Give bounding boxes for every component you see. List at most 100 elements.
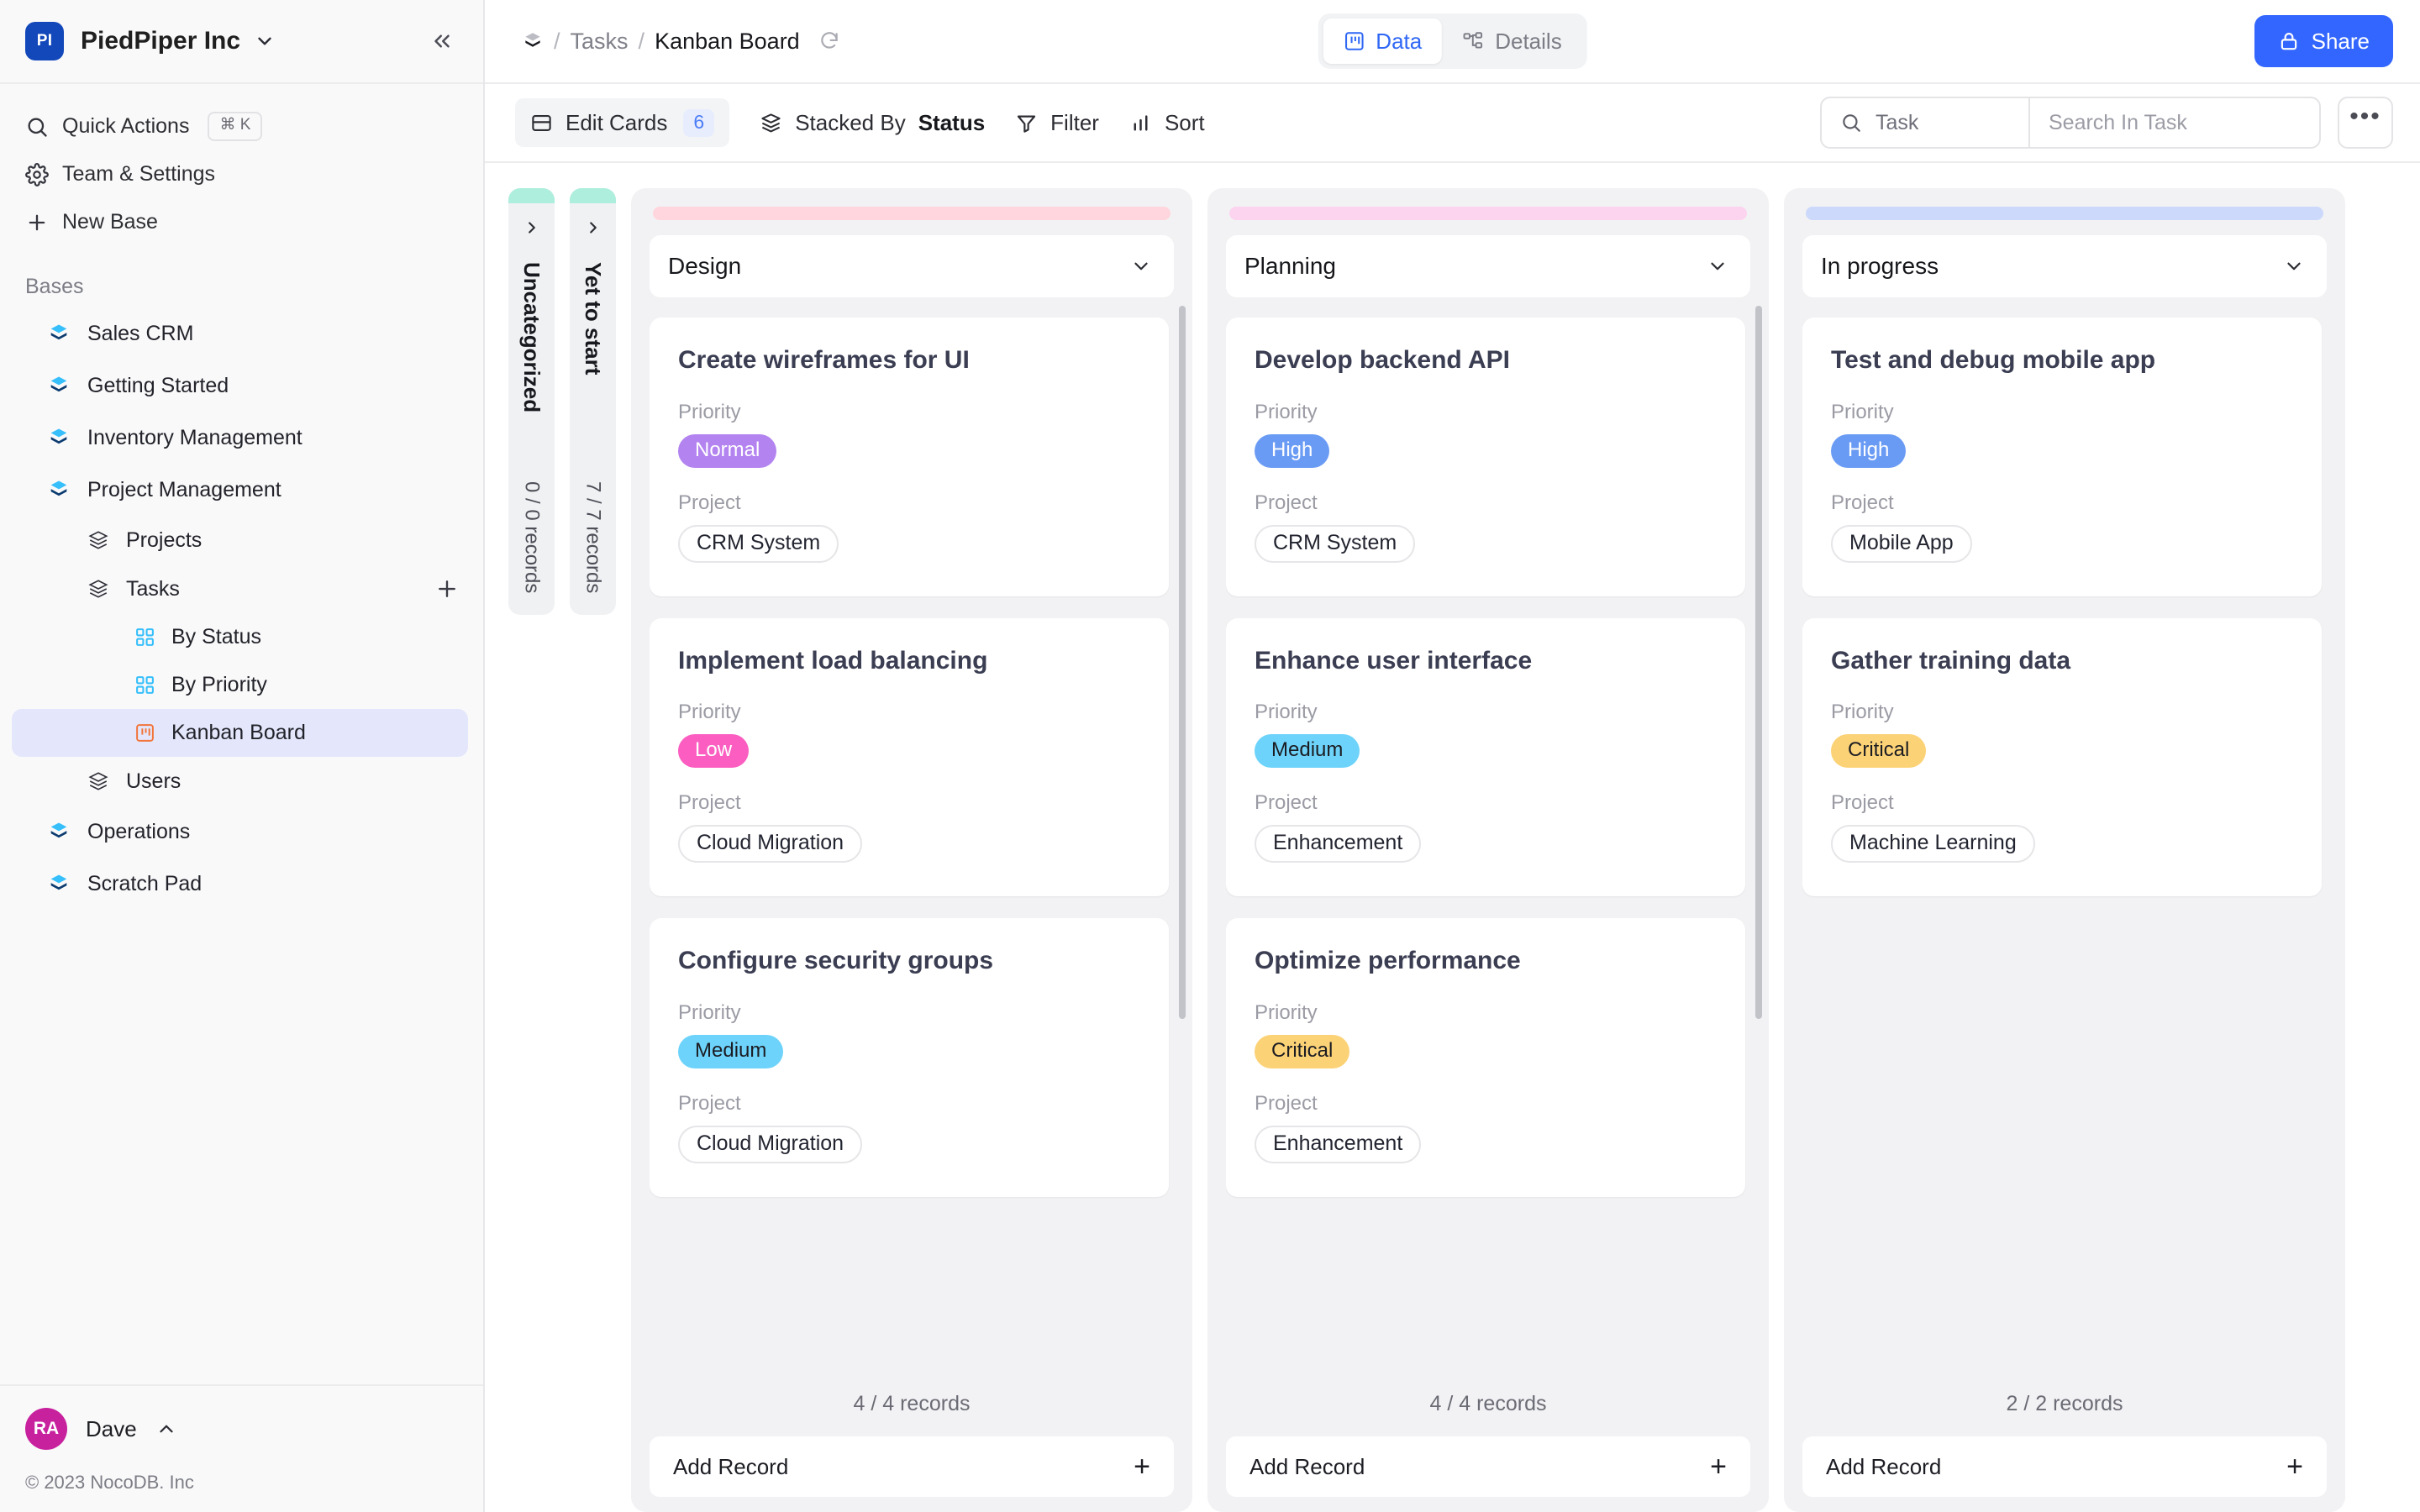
base-hex-icon (47, 374, 74, 397)
user-menu[interactable]: RA Dave (0, 1408, 483, 1450)
topbar: / Tasks / Kanban Board Data Details (485, 0, 2420, 84)
sidebar-base-scratch-pad[interactable]: Scratch Pad (0, 858, 483, 910)
kanban-card[interactable]: Test and debug mobile app Priority High … (1802, 318, 2322, 596)
sidebar-table-projects[interactable]: Projects (0, 516, 483, 564)
kanban-stack-collapsed-yet-to-start[interactable]: Yet to start 7 / 7 records (570, 188, 616, 615)
kanban-card[interactable]: Implement load balancing Priority Low Pr… (650, 618, 1169, 897)
chevron-down-icon[interactable] (254, 30, 276, 52)
stack-color-bar (1229, 207, 1747, 220)
sidebar-view-by-priority[interactable]: By Priority (12, 661, 468, 709)
stack-cards[interactable]: Test and debug mobile app Priority High … (1802, 318, 2327, 1370)
field-label: Project (678, 791, 1140, 815)
collapse-sidebar-button[interactable] (429, 29, 455, 54)
stack-cards[interactable]: Create wireframes for UI Priority Normal… (650, 318, 1174, 1370)
stack-records-count: 4 / 4 records (1226, 1370, 1750, 1436)
filter-label: Filter (1050, 110, 1099, 136)
sidebar-item-team-settings[interactable]: Team & Settings (0, 150, 483, 198)
stack-title: Planning (1244, 253, 1336, 280)
workspace-header[interactable]: PI PiedPiper Inc (0, 0, 483, 84)
sidebar-view-kanban-board[interactable]: Kanban Board (12, 709, 468, 757)
sidebar-table-label: Users (126, 769, 181, 794)
chevron-down-icon[interactable] (1707, 255, 1728, 277)
chevron-down-icon[interactable] (1130, 255, 1152, 277)
chevron-right-icon[interactable] (584, 218, 602, 237)
status-badge: Medium (1255, 734, 1360, 768)
sidebar-item-label: New Base (62, 210, 158, 234)
base-hex-icon (47, 872, 74, 895)
card-title: Implement load balancing (678, 647, 1140, 676)
workspace-name: PiedPiper Inc (81, 27, 240, 55)
add-view-button[interactable] (434, 576, 460, 601)
filter-button[interactable]: Filter (1000, 98, 1114, 147)
stack-title: Uncategorized (518, 262, 544, 412)
search-icon (25, 115, 54, 139)
workspace-avatar: PI (25, 22, 64, 60)
edit-cards-label: Edit Cards (566, 110, 667, 136)
kanban-stack-collapsed-uncategorized[interactable]: Uncategorized 0 / 0 records (508, 188, 555, 615)
view-mode-tabs: Data Details (1318, 13, 1586, 69)
kanban-card[interactable]: Optimize performance Priority Critical P… (1226, 918, 1745, 1197)
tab-data[interactable]: Data (1323, 18, 1442, 64)
sidebar-item-quick-actions[interactable]: Quick Actions ⌘ K (0, 102, 483, 150)
reload-icon[interactable] (818, 30, 840, 52)
sidebar-base-operations[interactable]: Operations (0, 806, 483, 858)
quick-actions-shortcut: ⌘ K (208, 112, 262, 141)
sidebar-view-by-status[interactable]: By Status (12, 613, 468, 661)
card-title: Optimize performance (1255, 947, 1717, 976)
add-record-button[interactable]: Add Record + (650, 1436, 1174, 1497)
field-label: Priority (1255, 1001, 1717, 1025)
stack-cards[interactable]: Develop backend API Priority High Projec… (1226, 318, 1750, 1370)
edit-cards-button[interactable]: Edit Cards 6 (515, 98, 729, 147)
stack-scrollbar[interactable] (1179, 306, 1186, 1386)
breadcrumb-view[interactable]: Kanban Board (655, 29, 800, 55)
kanban-card[interactable]: Create wireframes for UI Priority Normal… (650, 318, 1169, 596)
stack-scrollbar[interactable] (1755, 306, 1762, 1386)
more-options-button[interactable]: ••• (2338, 97, 2393, 149)
plus-icon: + (1134, 1458, 1150, 1475)
chevron-down-icon[interactable] (2283, 255, 2305, 277)
kanban-card[interactable]: Gather training data Priority Critical P… (1802, 618, 2322, 897)
card-field-priority: Priority Low (678, 701, 1140, 768)
breadcrumb: / Tasks / Kanban Board (522, 29, 840, 55)
kanban-card[interactable]: Enhance user interface Priority Medium P… (1226, 618, 1745, 897)
sidebar-base-sales-crm[interactable]: Sales CRM (0, 307, 483, 360)
search-input[interactable] (2030, 98, 2319, 147)
stack-header[interactable]: Planning (1226, 235, 1750, 297)
sidebar-table-users[interactable]: Users (0, 757, 483, 806)
card-title: Develop backend API (1255, 346, 1717, 375)
sort-label: Sort (1165, 110, 1205, 136)
kanban-card[interactable]: Configure security groups Priority Mediu… (650, 918, 1169, 1197)
sidebar-base-inventory-management[interactable]: Inventory Management (0, 412, 483, 464)
view-toolbar: Edit Cards 6 Stacked By Status Filter So… (485, 84, 2420, 163)
add-record-button[interactable]: Add Record + (1802, 1436, 2327, 1497)
breadcrumb-table[interactable]: Tasks (571, 29, 629, 55)
sidebar-base-project-management[interactable]: Project Management (0, 464, 483, 516)
field-label: Project (1255, 491, 1717, 515)
tab-details[interactable]: Details (1442, 18, 1581, 64)
project-chip: CRM System (1255, 525, 1415, 563)
sidebar-base-label: Inventory Management (87, 426, 302, 450)
stack-header[interactable]: Design (650, 235, 1174, 297)
status-badge: Low (678, 734, 749, 768)
chevron-up-icon[interactable] (155, 1418, 177, 1440)
share-button[interactable]: Share (2254, 15, 2393, 67)
stack-header[interactable]: In progress (1802, 235, 2327, 297)
kanban-card[interactable]: Develop backend API Priority High Projec… (1226, 318, 1745, 596)
field-label: Project (678, 1092, 1140, 1116)
card-field-priority: Priority Medium (678, 1001, 1140, 1068)
search-scope-selector[interactable]: Task (1822, 98, 2030, 147)
stack-color-bar (570, 188, 616, 203)
grid-view-icon (134, 675, 158, 696)
stacked-by-button[interactable]: Stacked By Status (744, 98, 1000, 147)
base-hex-icon (47, 426, 74, 449)
sidebar-item-new-base[interactable]: New Base (0, 198, 483, 246)
sort-button[interactable]: Sort (1114, 98, 1220, 147)
kanban-stack-in-progress: In progress Test and debug mobile app Pr… (1784, 188, 2345, 1512)
card-field-project: Project Mobile App (1831, 491, 2293, 563)
sidebar-base-label: Scratch Pad (87, 872, 202, 896)
chevron-right-icon[interactable] (523, 218, 541, 237)
project-chip: Mobile App (1831, 525, 1972, 563)
add-record-button[interactable]: Add Record + (1226, 1436, 1750, 1497)
sidebar-table-tasks[interactable]: Tasks (0, 564, 483, 613)
sidebar-base-getting-started[interactable]: Getting Started (0, 360, 483, 412)
